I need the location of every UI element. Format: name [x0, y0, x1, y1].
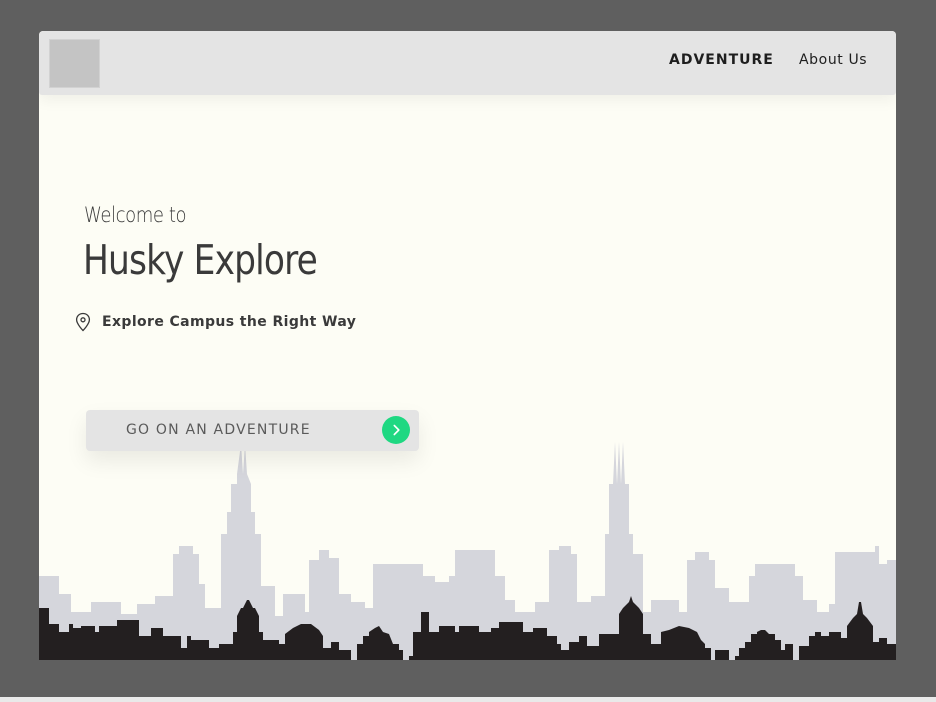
top-navbar: ADVENTURE About Us: [39, 31, 896, 95]
tagline-text: Explore Campus the Right Way: [102, 314, 357, 330]
logo-placeholder[interactable]: [49, 39, 100, 88]
go-on-adventure-button[interactable]: GO ON AN ADVENTURE: [86, 410, 419, 451]
chevron-right-icon[interactable]: [382, 416, 410, 444]
tagline-row: Explore Campus the Right Way: [74, 312, 356, 332]
nav-link-about-us[interactable]: About Us: [799, 52, 867, 68]
cta-label: GO ON AN ADVENTURE: [126, 422, 311, 438]
page-frame: ADVENTURE About Us Welcome to Husky Expl…: [39, 31, 896, 660]
bottom-strip: [0, 697, 936, 702]
welcome-text: Welcome to: [84, 203, 187, 227]
map-pin-icon: [74, 312, 92, 332]
nav-link-adventure[interactable]: ADVENTURE: [669, 52, 774, 68]
city-skyline: [39, 442, 896, 660]
page-title: Husky Explore: [83, 236, 318, 284]
